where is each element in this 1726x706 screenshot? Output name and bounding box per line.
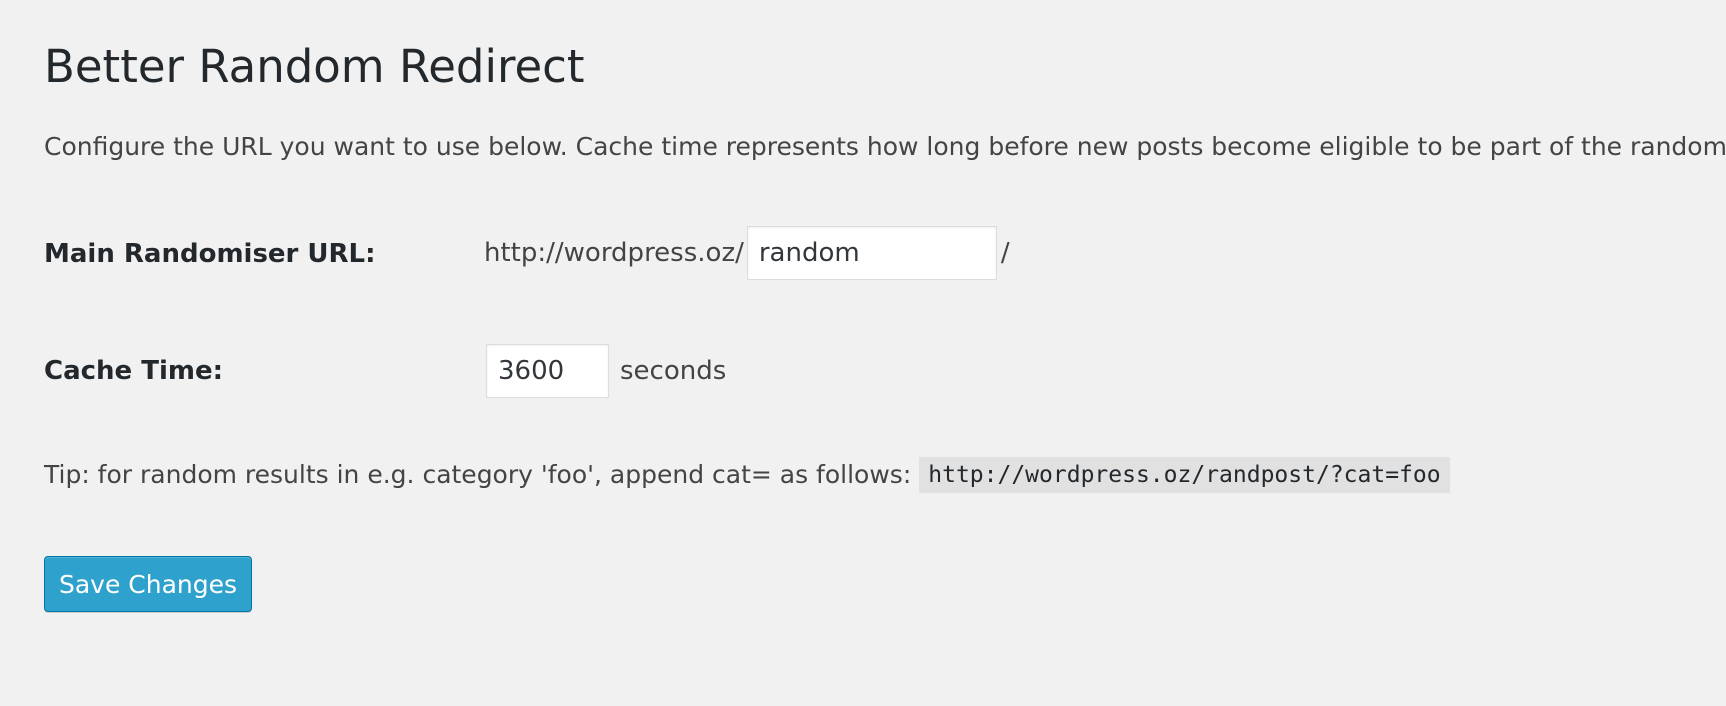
cache-time-input[interactable]: [486, 344, 609, 398]
save-changes-button[interactable]: Save Changes: [44, 556, 252, 612]
cache-time-field-group: seconds: [484, 344, 726, 398]
randomiser-url-input[interactable]: [746, 226, 997, 280]
url-suffix: /: [1000, 238, 1010, 268]
cache-time-unit: seconds: [620, 356, 727, 386]
settings-page: Better Random Redirect Configure the URL…: [0, 0, 1726, 706]
url-prefix: http://wordpress.oz/: [484, 238, 744, 268]
main-url-field-group: http://wordpress.oz/ /: [484, 226, 1010, 280]
cache-time-label: Cache Time:: [44, 356, 224, 386]
page-description: Configure the URL you want to use below.…: [44, 132, 1726, 161]
tip-text: Tip: for random results in e.g. category…: [44, 457, 1450, 493]
main-url-label: Main Randomiser URL:: [44, 239, 376, 269]
tip-message: Tip: for random results in e.g. category…: [44, 460, 912, 489]
page-title: Better Random Redirect: [44, 40, 585, 93]
example-url-code: http://wordpress.oz/randpost/?cat=foo: [919, 457, 1450, 493]
